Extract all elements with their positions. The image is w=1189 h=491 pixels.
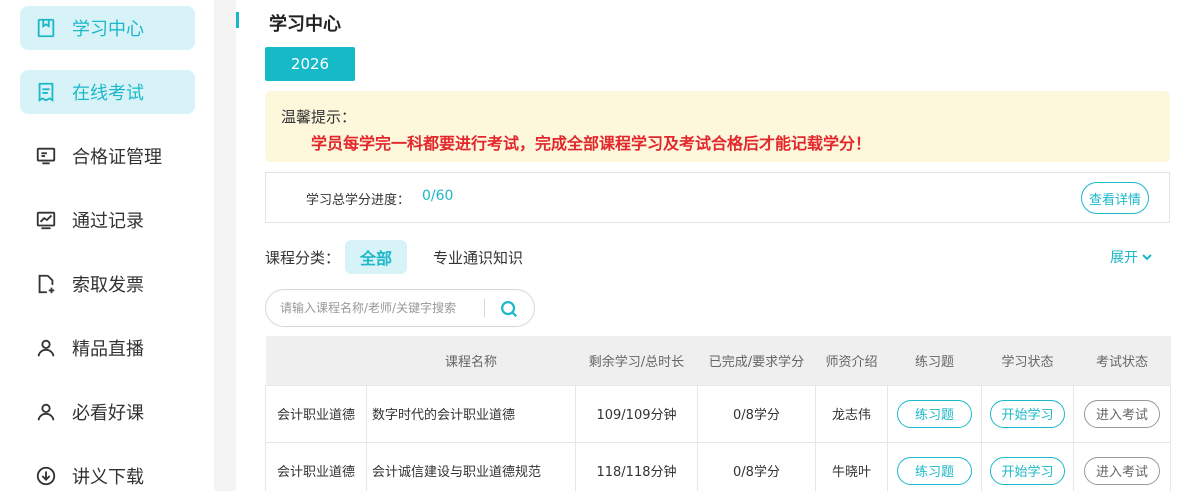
table-row: 会计职业道德 会计诚信建设与职业道德规范 118/118分钟 0/8学分 牛晓叶… bbox=[265, 441, 1171, 491]
chart-record-icon bbox=[34, 208, 58, 232]
row-exam-cell: 进入考试 bbox=[1073, 441, 1171, 491]
sidebar-item-label: 合格证管理 bbox=[72, 147, 162, 168]
bookmark-book-icon bbox=[34, 16, 58, 40]
category-label: 课程分类： bbox=[265, 249, 341, 267]
search-icon[interactable] bbox=[498, 298, 520, 320]
sidebar-item-must-watch[interactable]: 必看好课 bbox=[20, 390, 195, 434]
exam-paper-icon bbox=[34, 80, 58, 104]
notice-box: 温馨提示： 学员每学完一科都要进行考试，完成全部课程学习及考试合格后才能记载学分… bbox=[265, 91, 1170, 162]
chevron-down-icon bbox=[1142, 254, 1152, 261]
category-option-all[interactable]: 全部 bbox=[345, 240, 407, 274]
credit-progress-box: 学习总学分进度： 0/60 查看详情 bbox=[265, 172, 1170, 223]
row-credits: 0/8学分 bbox=[697, 384, 816, 443]
progress-label: 学习总学分进度： bbox=[306, 193, 411, 208]
sidebar-item-download[interactable]: 讲义下载 bbox=[20, 454, 195, 491]
expand-button[interactable]: 展开 bbox=[1110, 247, 1153, 267]
row-study-cell: 开始学习 bbox=[981, 441, 1074, 491]
page-title: 学习中心 bbox=[269, 14, 341, 35]
sidebar-item-label: 学习中心 bbox=[72, 19, 144, 40]
course-table: 课程名称 剩余学习/总时长 已完成/要求学分 师资介绍 练习题 学习状态 考试状… bbox=[265, 336, 1171, 491]
header-exam-status: 考试状态 bbox=[1073, 336, 1171, 385]
header-duration: 剩余学习/总时长 bbox=[575, 336, 698, 385]
progress-value: 0/60 bbox=[422, 188, 454, 204]
sidebar-divider bbox=[214, 0, 236, 491]
row-practice-cell: 练习题 bbox=[887, 384, 982, 443]
row-teacher[interactable]: 牛晓叶 bbox=[815, 441, 888, 491]
sidebar-item-label: 讲义下载 bbox=[72, 467, 144, 488]
certificate-icon bbox=[34, 144, 58, 168]
invoice-add-icon bbox=[34, 272, 58, 296]
enter-exam-button[interactable]: 进入考试 bbox=[1084, 399, 1160, 428]
year-tab-button[interactable]: 2026 bbox=[265, 47, 355, 81]
row-category: 会计职业道德 bbox=[265, 384, 367, 443]
row-practice-cell: 练习题 bbox=[887, 441, 982, 491]
enter-exam-button[interactable]: 进入考试 bbox=[1084, 456, 1160, 485]
practice-button[interactable]: 练习题 bbox=[897, 456, 972, 485]
header-course-name: 课程名称 bbox=[366, 336, 576, 385]
search-separator bbox=[484, 299, 485, 317]
sidebar-item-label: 通过记录 bbox=[72, 211, 144, 232]
view-details-button[interactable]: 查看详情 bbox=[1081, 182, 1149, 214]
user-icon bbox=[34, 400, 58, 424]
header-practice: 练习题 bbox=[887, 336, 982, 385]
sidebar-item-label: 在线考试 bbox=[72, 83, 144, 104]
sidebar-item-label: 必看好课 bbox=[72, 403, 144, 424]
sidebar-item-certificate[interactable]: 合格证管理 bbox=[20, 134, 195, 178]
sidebar-item-live[interactable]: 精品直播 bbox=[20, 326, 195, 370]
table-row: 会计职业道德 数字时代的会计职业道德 109/109分钟 0/8学分 龙志伟 练… bbox=[265, 384, 1171, 443]
header-teacher: 师资介绍 bbox=[815, 336, 888, 385]
notice-text: 学员每学完一科都要进行考试，完成全部课程学习及考试合格后才能记载学分！ bbox=[311, 134, 872, 153]
start-study-button[interactable]: 开始学习 bbox=[990, 456, 1065, 485]
row-category: 会计职业道德 bbox=[265, 441, 367, 491]
row-course-name: 会计诚信建设与职业道德规范 bbox=[366, 441, 576, 491]
sidebar-item-label: 索取发票 bbox=[72, 275, 144, 296]
download-icon bbox=[34, 464, 58, 488]
header-category bbox=[265, 336, 367, 385]
category-option-general[interactable]: 专业通识知识 bbox=[433, 247, 523, 268]
header-credits: 已完成/要求学分 bbox=[697, 336, 816, 385]
search-input[interactable] bbox=[280, 298, 480, 318]
sidebar-item-label: 精品直播 bbox=[72, 339, 144, 360]
row-course-name: 数字时代的会计职业道德 bbox=[366, 384, 576, 443]
row-duration: 109/109分钟 bbox=[575, 384, 698, 443]
main-content: 学习中心 2026 温馨提示： 学员每学完一科都要进行考试，完成全部课程学习及考… bbox=[239, 0, 1189, 491]
expand-label: 展开 bbox=[1110, 250, 1138, 266]
start-study-button[interactable]: 开始学习 bbox=[990, 399, 1065, 428]
sidebar: 学习中心 在线考试 合格证管理 通过记录 索取发票 精品直播 必看好课 讲义下载 bbox=[0, 0, 214, 491]
sidebar-item-online-exam[interactable]: 在线考试 bbox=[20, 70, 195, 114]
table-header-row: 课程名称 剩余学习/总时长 已完成/要求学分 师资介绍 练习题 学习状态 考试状… bbox=[265, 336, 1171, 385]
user-icon bbox=[34, 336, 58, 360]
row-teacher[interactable]: 龙志伟 bbox=[815, 384, 888, 443]
practice-button[interactable]: 练习题 bbox=[897, 399, 972, 428]
notice-label: 温馨提示： bbox=[281, 108, 357, 126]
row-duration: 118/118分钟 bbox=[575, 441, 698, 491]
search-box bbox=[265, 289, 535, 327]
row-exam-cell: 进入考试 bbox=[1073, 384, 1171, 443]
header-study-status: 学习状态 bbox=[981, 336, 1074, 385]
sidebar-item-learning-center[interactable]: 学习中心 bbox=[20, 6, 195, 50]
sidebar-item-pass-record[interactable]: 通过记录 bbox=[20, 198, 195, 242]
row-study-cell: 开始学习 bbox=[981, 384, 1074, 443]
row-credits: 0/8学分 bbox=[697, 441, 816, 491]
sidebar-item-invoice[interactable]: 索取发票 bbox=[20, 262, 195, 306]
